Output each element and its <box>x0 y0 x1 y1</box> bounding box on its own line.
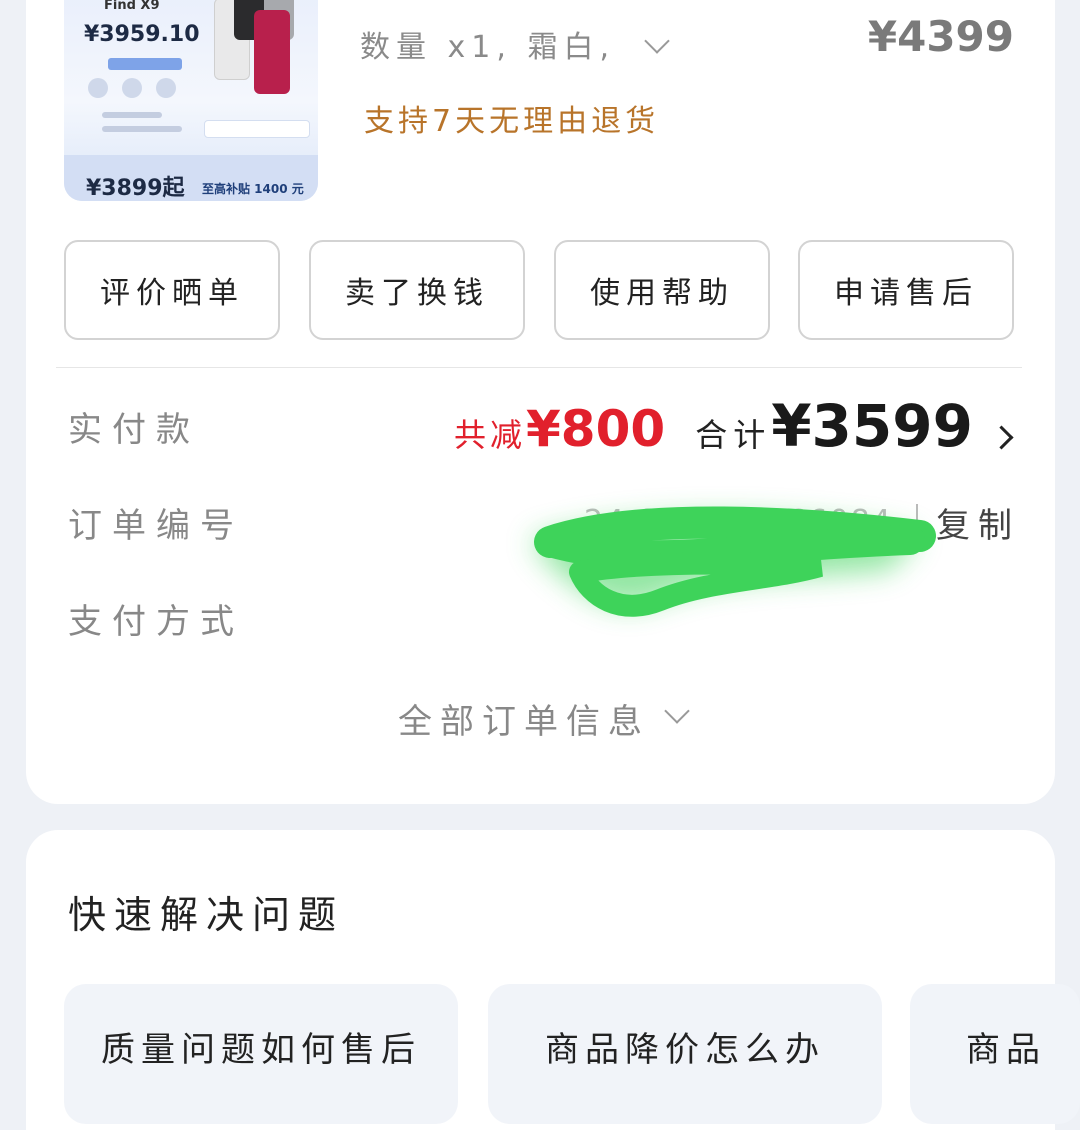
payment-label: 实付款 <box>68 410 200 450</box>
thumb-tag <box>108 58 182 70</box>
after-sales-button[interactable]: 申请售后 <box>798 240 1014 340</box>
thumb-feature-icons <box>88 78 208 106</box>
thumb-subsidy: 至高补贴 1400 元 <box>202 182 304 196</box>
refund-policy: 支持7天无理由退货 <box>364 104 660 139</box>
total-amount: ¥3599 <box>771 392 973 460</box>
thumb-banner <box>204 120 310 138</box>
product-price: ¥4399 <box>867 12 1014 61</box>
thumb-brand: Find X9 <box>104 0 160 13</box>
pay-method-label: 支付方式 <box>68 602 244 642</box>
phone-red-image <box>254 10 290 94</box>
product-spec[interactable]: 数量 x1, 霜白, <box>360 22 615 66</box>
thumb-price-sub: ¥3899起 <box>86 176 185 201</box>
quick-item-third[interactable]: 商品 <box>910 984 1080 1124</box>
quick-solve-title: 快速解决问题 <box>68 893 345 937</box>
divider <box>56 367 1022 368</box>
total-label: 合计 <box>695 416 772 454</box>
reduce-label: 共减 <box>454 416 527 454</box>
product-thumbnail[interactable]: Find X9 ¥3959.10 ¥3899起 至高补贴 1400 元 <box>64 0 318 201</box>
redaction-scribble <box>530 506 936 617</box>
order-number-label: 订单编号 <box>68 506 244 546</box>
help-button[interactable]: 使用帮助 <box>554 240 770 340</box>
quick-item-price-drop[interactable]: 商品降价怎么办 <box>488 984 882 1124</box>
all-order-info-toggle[interactable]: 全部订单信息 <box>398 694 650 743</box>
payment-summary[interactable]: 共减 ¥800 合计 ¥3599 <box>454 392 1014 460</box>
resell-button[interactable]: 卖了换钱 <box>309 240 525 340</box>
reduce-amount: ¥800 <box>526 400 666 458</box>
thumb-price-main: ¥3959.10 <box>84 22 200 47</box>
quick-item-quality[interactable]: 质量问题如何售后 <box>64 984 458 1124</box>
chevron-right-icon[interactable] <box>989 425 1014 450</box>
review-button[interactable]: 评价晒单 <box>64 240 280 340</box>
